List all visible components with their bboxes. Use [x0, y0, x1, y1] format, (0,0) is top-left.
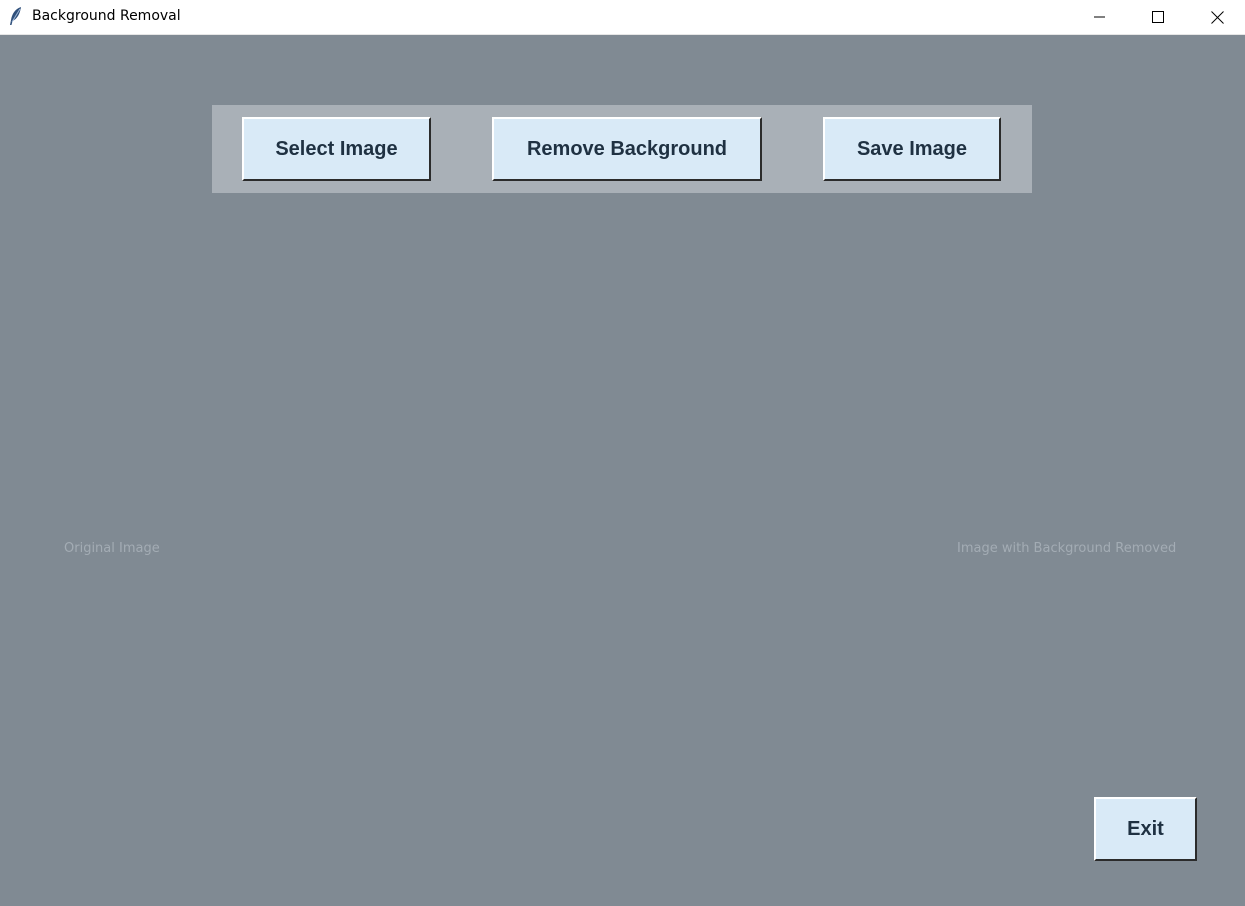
remove-background-button[interactable]: Remove Background: [492, 117, 762, 181]
save-image-button[interactable]: Save Image: [823, 117, 1001, 181]
close-icon: [1210, 10, 1224, 24]
maximize-button[interactable]: [1135, 0, 1181, 34]
maximize-icon: [1152, 11, 1164, 23]
feather-icon: [9, 6, 23, 26]
original-image-caption: Original Image: [64, 541, 160, 556]
exit-button[interactable]: Exit: [1094, 797, 1197, 861]
minimize-icon: [1094, 16, 1105, 18]
close-button[interactable]: [1194, 0, 1240, 34]
title-bar: Background Removal: [0, 0, 1245, 35]
window-title: Background Removal: [32, 8, 181, 24]
app-window: Background Removal Select Image Remove B…: [0, 0, 1245, 906]
minimize-button[interactable]: [1077, 0, 1123, 34]
removed-image-caption: Image with Background Removed: [957, 541, 1177, 556]
select-image-button[interactable]: Select Image: [242, 117, 431, 181]
